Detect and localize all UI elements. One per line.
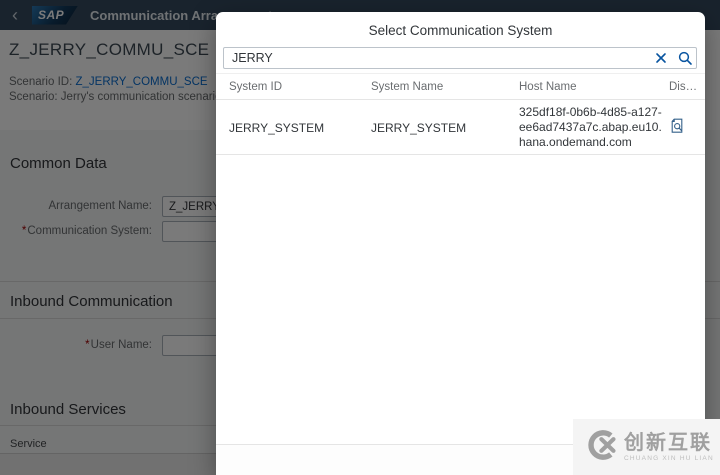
watermark-brand: 创新互联 (624, 432, 712, 454)
table-row[interactable]: JERRY_SYSTEM JERRY_SYSTEM 325df18f-0b6b-… (216, 101, 705, 155)
search-field (223, 47, 697, 69)
dialog-title: Select Communication System (368, 23, 553, 38)
column-host-name: Host Name (519, 80, 577, 93)
value-help-table-header: System ID System Name Host Name Dis… (216, 73, 705, 100)
cell-system-id: JERRY_SYSTEM (229, 120, 325, 135)
watermark-subtitle: CHUANG XIN HU LIAN (624, 455, 714, 462)
watermark: 创新互联 CHUANG XIN HU LIAN (573, 419, 720, 475)
column-system-id: System ID (229, 80, 283, 93)
app-screen: ‹ SAP Communication Arrangement Z_JERRY_… (0, 0, 720, 475)
column-system-name: System Name (371, 80, 444, 93)
cell-host-name: 325df18f-0b6b-4d85-a127-ee6ad7437a7c.aba… (519, 105, 662, 149)
cell-system-name: JERRY_SYSTEM (371, 120, 467, 135)
watermark-logo-icon (582, 427, 618, 468)
magnifier-icon[interactable] (677, 50, 693, 66)
clear-x-icon[interactable] (653, 50, 669, 66)
inspect-icon[interactable] (669, 117, 705, 138)
select-communication-system-dialog: Select Communication System System ID Sy… (216, 12, 705, 475)
search-input[interactable] (223, 47, 697, 69)
column-display: Dis… (669, 80, 698, 93)
